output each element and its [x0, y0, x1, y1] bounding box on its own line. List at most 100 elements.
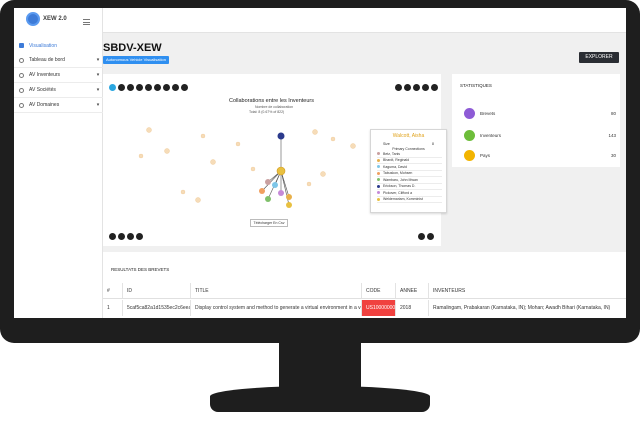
- eye-icon[interactable]: [427, 233, 434, 240]
- col-header-title[interactable]: TITLE: [191, 283, 362, 298]
- popup-connections-list: Betz, Tanis Bhardt, Reginald Kaguma, David…: [371, 151, 446, 203]
- stat-brevets[interactable]: Brevets 80: [464, 107, 616, 119]
- page-badge: Autonomous Vehicle Visualisation: [103, 56, 169, 64]
- link-icon[interactable]: [418, 233, 425, 240]
- cell-inventors: Ramalingam, Prabakaran (Karnataka, IN); …: [433, 305, 611, 311]
- stat-inventeurs[interactable]: Inventeurs 143: [464, 129, 616, 141]
- node-betz: [265, 179, 271, 185]
- graph-toolbar-left: [109, 84, 190, 91]
- help-icon[interactable]: [395, 84, 402, 91]
- download-csv-button[interactable]: Télécharger En Csv: [250, 219, 288, 227]
- graph-toolbar-right: [395, 84, 440, 91]
- col-header-annee[interactable]: ANNEE: [396, 283, 429, 298]
- folder-icon[interactable]: [118, 84, 125, 91]
- sidebar-item-label: Tableau de bord: [29, 57, 65, 63]
- node-kaguma: [272, 182, 278, 188]
- image-icon[interactable]: [127, 84, 134, 91]
- sidebar-item-av-societes[interactable]: AV Sociétés ▾: [14, 83, 103, 98]
- connection-color-dot: [377, 165, 380, 169]
- cell-num: 1: [103, 300, 123, 316]
- connection-name: Betz, Tanis: [383, 151, 401, 156]
- cell-year: 2018: [396, 300, 429, 316]
- bg-node: [180, 189, 186, 195]
- settings-icon[interactable]: [181, 84, 188, 91]
- col-header-inventeurs[interactable]: INVENTEURS: [429, 283, 626, 298]
- table-header-row: # ID TITLE CODE ANNEE INVENTEURS: [103, 283, 626, 299]
- cell-code: US10000000: [362, 300, 396, 316]
- node-details-popup: Walcott, Aisha Size 8 Primary Connection…: [370, 129, 447, 213]
- bg-node: [320, 171, 326, 177]
- node-weldemariam: [286, 202, 292, 208]
- connection-name: Bhardt, Reginald: [383, 158, 410, 163]
- table-row[interactable]: 1 5caf5ca82a1d1535ec2c6eea Display contr…: [103, 300, 626, 316]
- zoom-out-icon[interactable]: [413, 84, 420, 91]
- sidebar-item-label: AV Domaines: [29, 102, 60, 108]
- sidebar-item-tableau-de-bord[interactable]: Tableau de bord ▾: [14, 53, 103, 68]
- stat-pays[interactable]: Pays 30: [464, 149, 616, 161]
- monitor-base: [210, 386, 430, 412]
- col-header-num[interactable]: #: [103, 283, 123, 298]
- bg-node: [312, 129, 318, 135]
- sidebar-item-label: AV Sociétés: [29, 87, 56, 93]
- connection-color-dot: [377, 158, 380, 162]
- zoom-in-icon[interactable]: [404, 84, 411, 91]
- col-header-id[interactable]: ID: [123, 283, 191, 298]
- graph-mode-icon[interactable]: [109, 84, 116, 91]
- filter-icon[interactable]: [163, 84, 170, 91]
- home-icon: [19, 43, 24, 48]
- linkedin-icon[interactable]: [127, 233, 134, 240]
- connection-color-dot: [377, 197, 380, 201]
- node-erickson: [277, 132, 285, 140]
- top-bar: [103, 8, 626, 33]
- connection-name: Kaguma, David: [383, 164, 407, 169]
- connection-name: Tabuskon, Mohsen: [383, 171, 413, 176]
- app-logo[interactable]: XEW 2.0: [26, 12, 67, 26]
- stat-label: Pays: [480, 152, 491, 158]
- monitor-frame: XEW 2.0 Visualisation Tableau de bord ▾ …: [0, 0, 640, 422]
- sidebar-item-visualisation[interactable]: Visualisation: [14, 38, 103, 53]
- connection-color-dot: [377, 191, 380, 195]
- main-content: SBDV-XEW Autonomous Vehicle Visualisatio…: [103, 8, 626, 318]
- chevron-down-icon: ▾: [96, 72, 100, 78]
- stat-value: 143: [608, 132, 616, 138]
- logo-icon: [26, 12, 40, 26]
- patent-icon: [464, 107, 475, 119]
- email-icon[interactable]: [136, 233, 143, 240]
- stats-title: STATISTIQUES: [460, 83, 492, 88]
- chevron-down-icon: ▾: [96, 87, 100, 93]
- connection-color-dot: [377, 184, 380, 188]
- chart-icon[interactable]: [136, 84, 143, 91]
- tag-icon[interactable]: [172, 84, 179, 91]
- bg-node: [146, 127, 152, 133]
- table-icon[interactable]: [145, 84, 152, 91]
- menu-toggle-icon[interactable]: [83, 19, 90, 27]
- sidebar-item-av-domaines[interactable]: AV Domaines ▾: [14, 98, 103, 113]
- facebook-icon[interactable]: [109, 233, 116, 240]
- popup-connection-item[interactable]: Weldemariam, Komminist: [377, 197, 442, 203]
- list-icon[interactable]: [154, 84, 161, 91]
- graph-panel: Collaborations entre les Inventeurs Nomb…: [103, 74, 447, 246]
- connection-name: Weldemariam, Komminist: [383, 197, 423, 202]
- node-wambaru: [265, 196, 271, 202]
- bg-node: [195, 197, 201, 203]
- bg-node: [164, 148, 170, 154]
- fullscreen-icon[interactable]: [431, 84, 438, 91]
- page-title: SBDV-XEW: [103, 42, 162, 54]
- sidebar-item-av-inventeurs[interactable]: AV Inventeurs ▾: [14, 68, 103, 83]
- chevron-down-icon: ▾: [96, 57, 100, 63]
- bg-node: [306, 181, 312, 187]
- explore-button[interactable]: EXPLORER: [579, 52, 619, 63]
- circle-icon: [19, 57, 24, 63]
- share-icon[interactable]: [422, 84, 429, 91]
- popup-size-label: Size: [383, 142, 390, 146]
- results-panel: RESULTATS DES BREVETS # ID TITLE CODE AN…: [103, 252, 626, 318]
- node-bhardt: [286, 194, 292, 200]
- graph-title: Collaborations entre les Inventeurs: [229, 98, 314, 104]
- connection-name: Erickson, Thomas D.: [383, 184, 416, 189]
- bg-node: [350, 143, 356, 149]
- globe-icon: [464, 149, 475, 161]
- social-share-bar: [109, 233, 145, 240]
- cell-id: 5caf5ca82a1d1535ec2c6eea: [123, 300, 191, 316]
- col-header-code[interactable]: CODE: [362, 283, 396, 298]
- twitter-icon[interactable]: [118, 233, 125, 240]
